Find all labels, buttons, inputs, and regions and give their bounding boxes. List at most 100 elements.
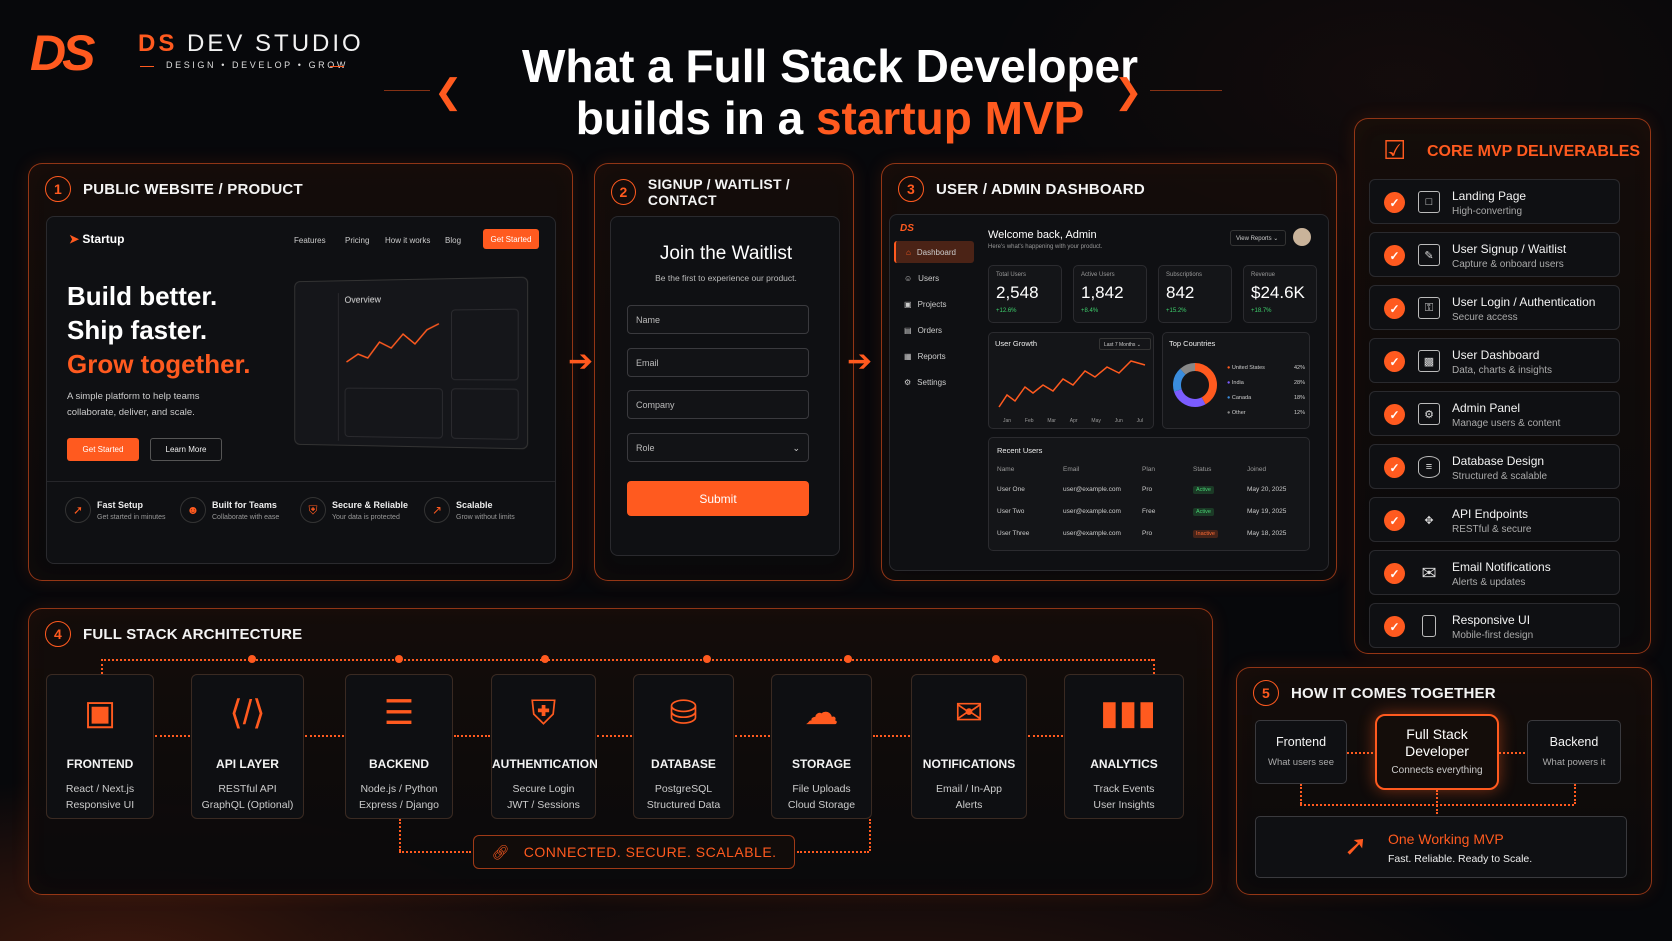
- product-preview: Overview: [294, 277, 528, 450]
- arch-api-layer: ⟨/⟩ API LAYER RESTful API GraphQL (Option…: [191, 674, 304, 819]
- chevron-down-icon: ⌄: [792, 443, 800, 454]
- connector: [873, 735, 910, 737]
- user-growth-card: User Growth Last 7 Months ⌄ Jan Feb Mar Apr…: [988, 332, 1154, 429]
- connector: [305, 735, 344, 737]
- arch-frontend: ▣ FRONTEND React / Next.js Responsive UI: [46, 674, 154, 819]
- section-header: 2 SIGNUP / WAITLIST / CONTACT: [611, 176, 853, 208]
- checklist-icon: ☑: [1383, 135, 1406, 166]
- api-icon: ✥: [1418, 509, 1440, 531]
- check-icon: ✓: [1384, 404, 1405, 425]
- connector-dot: [844, 655, 852, 663]
- dash-nav-dashboard[interactable]: ⌂ Dashboard: [894, 241, 974, 263]
- email-field[interactable]: Email: [627, 348, 809, 377]
- api-code-icon: ⟨/⟩: [224, 689, 272, 737]
- connector: [797, 851, 869, 853]
- deliverables-title: CORE MVP DELIVERABLES: [1427, 143, 1640, 161]
- cloud-icon: ☁: [798, 689, 846, 737]
- preview-card: [451, 388, 519, 440]
- dash-nav-projects[interactable]: ▣ Projects: [894, 293, 974, 315]
- company-field[interactable]: Company: [627, 390, 809, 419]
- signup-icon: ✎: [1418, 244, 1440, 266]
- hero-get-started-button[interactable]: Get Started: [67, 438, 139, 461]
- step-number: 3: [898, 176, 924, 202]
- countries-title: Top Countries: [1169, 339, 1215, 348]
- feature-scalable: ↗ Scalable Grow without limits: [424, 497, 515, 523]
- dashboard-mock: DS ⌂ Dashboard ☺ Users ▣ Projects ▤ Orders ▦…: [889, 214, 1329, 571]
- name-field[interactable]: Name: [627, 305, 809, 334]
- growth-range-select[interactable]: Last 7 Months ⌄: [1099, 338, 1151, 350]
- connector: [101, 659, 103, 674]
- growth-title: User Growth: [995, 339, 1037, 348]
- gear-icon: ⚙: [904, 378, 911, 387]
- site-nav-pricing[interactable]: Pricing: [345, 236, 369, 245]
- welcome-title: Welcome back, Admin: [988, 229, 1097, 241]
- connector-dot: [992, 655, 1000, 663]
- check-icon: ✓: [1384, 298, 1405, 319]
- stat-active-users: Active Users 1,842 +8.4%: [1073, 265, 1147, 323]
- deliverable-api: ✓ ✥ API Endpoints RESTful & secure: [1369, 497, 1620, 542]
- check-icon: ✓: [1384, 616, 1405, 637]
- role-select[interactable]: Role ⌄: [627, 433, 809, 462]
- site-nav-features[interactable]: Features: [294, 236, 326, 245]
- top-countries-card: Top Countries ● United States 42% ● India…: [1162, 332, 1310, 429]
- home-icon: ⌂: [906, 248, 911, 257]
- arch-notifications: ✉ NOTIFICATIONS Email / In-App Alerts: [911, 674, 1027, 819]
- arrow-right-icon: ➔: [568, 344, 593, 379]
- landing-page-icon: □: [1418, 191, 1440, 213]
- section-title: PUBLIC WEBSITE / PRODUCT: [83, 181, 303, 198]
- form-subtitle: Be the first to experience our product.: [611, 273, 841, 283]
- connector-dot: [703, 655, 711, 663]
- preview-card: [345, 388, 443, 439]
- section-title: HOW IT COMES TOGETHER: [1291, 685, 1496, 702]
- step-number: 1: [45, 176, 71, 202]
- section-header: 1 PUBLIC WEBSITE / PRODUCT: [45, 176, 303, 202]
- arrow-right-icon: ➔: [847, 344, 872, 379]
- site-nav-blog[interactable]: Blog: [445, 236, 461, 245]
- website-mock: ➤ Startup Features Pricing How it works …: [46, 216, 556, 564]
- rocket-icon: ➚: [1344, 829, 1367, 862]
- login-icon: ⚿: [1418, 297, 1440, 319]
- site-nav-how[interactable]: How it works: [385, 236, 430, 245]
- connector: [1300, 784, 1302, 804]
- section-signup: 2 SIGNUP / WAITLIST / CONTACT Join the W…: [594, 163, 854, 581]
- section-title: SIGNUP / WAITLIST / CONTACT: [648, 176, 853, 208]
- admin-icon: ⚙: [1418, 403, 1440, 425]
- connector: [735, 735, 770, 737]
- avatar[interactable]: [1293, 228, 1311, 246]
- section-dashboard: 3 USER / ADMIN DASHBOARD DS ⌂ Dashboard ☺…: [881, 163, 1337, 581]
- divider: [47, 481, 555, 482]
- report-icon: ▦: [904, 352, 912, 361]
- dash-nav-users[interactable]: ☺ Users: [894, 267, 974, 289]
- preview-title: Overview: [345, 294, 381, 304]
- connector-dot: [248, 655, 256, 663]
- arch-database: ⛁ DATABASE PostgreSQL Structured Data: [633, 674, 734, 819]
- connector-dot: [395, 655, 403, 663]
- view-reports-button[interactable]: View Reports ⌄: [1230, 230, 1286, 246]
- dash-nav-reports[interactable]: ▦ Reports: [894, 345, 974, 367]
- title-deco-right: [1150, 90, 1222, 91]
- recent-users-title: Recent Users: [997, 446, 1042, 455]
- hero-learn-more-button[interactable]: Learn More: [150, 438, 222, 461]
- arch-backend: ☰ BACKEND Node.js / Python Express / Djan…: [345, 674, 453, 819]
- section-header: 3 USER / ADMIN DASHBOARD: [898, 176, 1145, 202]
- link-icon: 🔗︎: [491, 844, 509, 861]
- stat-subscriptions: Subscriptions 842 +15.2%: [1158, 265, 1232, 323]
- dash-nav-settings[interactable]: ⚙ Settings: [894, 371, 974, 393]
- architecture-footer-banner: 🔗︎ CONNECTED. SECURE. SCALABLE.: [473, 835, 795, 869]
- connector: [399, 819, 401, 851]
- deliverable-admin-panel: ✓ ⚙ Admin Panel Manage users & content: [1369, 391, 1620, 436]
- database-icon: ≡: [1418, 456, 1440, 478]
- check-icon: ✓: [1384, 563, 1405, 584]
- site-cta-button[interactable]: Get Started: [483, 229, 539, 249]
- check-icon: ✓: [1384, 245, 1405, 266]
- section-deliverables: ☑ CORE MVP DELIVERABLES ✓ □ Landing Page Hi…: [1354, 118, 1651, 654]
- submit-button[interactable]: Submit: [627, 481, 809, 516]
- backend-box: Backend What powers it: [1527, 720, 1621, 784]
- tagline-rule-right: [330, 66, 344, 67]
- step-number: 5: [1253, 680, 1279, 706]
- connector: [454, 735, 490, 737]
- result-box: ➚ One Working MVP Fast. Reliable. Ready …: [1255, 816, 1627, 878]
- result-title: One Working MVP: [1388, 831, 1504, 847]
- dash-nav-orders[interactable]: ▤ Orders: [894, 319, 974, 341]
- full-stack-developer-box: Full Stack Developer Connects everything: [1375, 714, 1499, 790]
